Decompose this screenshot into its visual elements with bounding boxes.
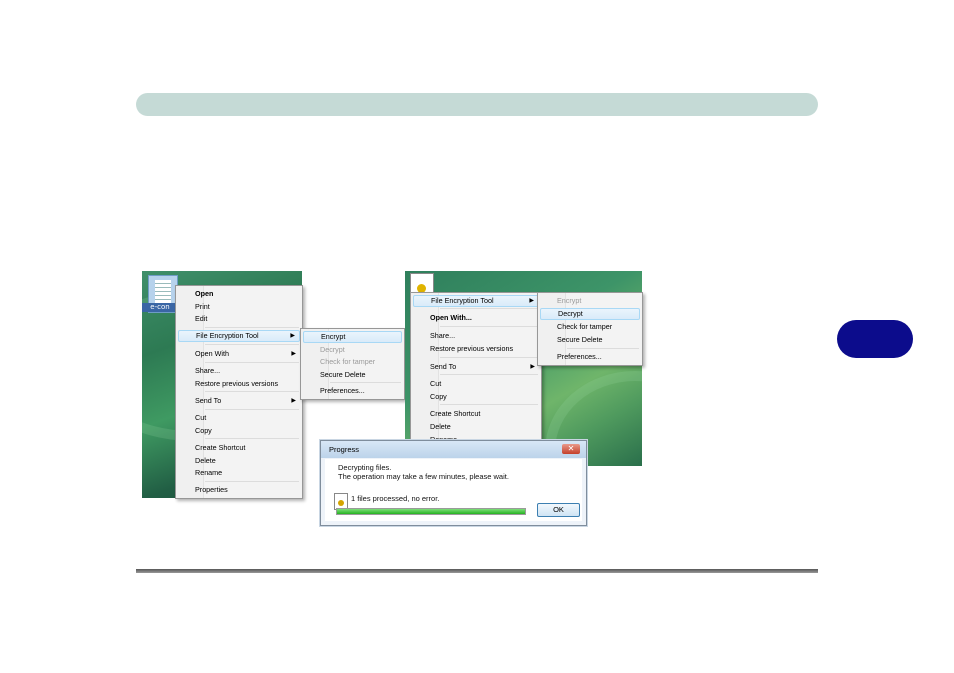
chapter-tab: [837, 320, 913, 358]
menu-separator: [205, 391, 299, 392]
menu-item-label: File Encryption Tool: [431, 296, 494, 305]
menu-item-send-to[interactable]: Send To ▶: [413, 361, 539, 373]
context-menu-left: Open Print Edit File Encryption Tool ▶ O…: [175, 285, 303, 499]
menu-item-delete[interactable]: Delete: [413, 421, 539, 433]
progress-bar: [336, 508, 526, 515]
submenu-item-check-for-tamper[interactable]: Check for tamper: [540, 321, 640, 333]
submenu-item-decrypt[interactable]: Decrypt: [303, 344, 402, 356]
menu-separator: [440, 308, 538, 309]
menu-item-send-to[interactable]: Send To ▶: [178, 395, 300, 407]
submenu-item-check-for-tamper[interactable]: Check for tamper: [303, 356, 402, 368]
submenu-arrow-icon: ▶: [291, 398, 296, 404]
menu-item-cut[interactable]: Cut: [178, 412, 300, 424]
header-bar: [136, 93, 818, 116]
menu-item-open-with[interactable]: Open With ▶: [178, 348, 300, 360]
submenu-arrow-icon: ▶: [290, 333, 295, 339]
file-label: e-con: [142, 303, 178, 312]
menu-item-label: Send To: [195, 396, 222, 405]
menu-item-share[interactable]: Share...: [178, 365, 300, 377]
menu-separator: [567, 348, 639, 349]
menu-item-file-encryption-tool[interactable]: File Encryption Tool ▶: [178, 330, 300, 342]
menu-separator: [440, 326, 538, 327]
submenu-item-encrypt[interactable]: Encrypt: [540, 295, 640, 307]
menu-separator: [330, 382, 401, 383]
submenu-item-secure-delete[interactable]: Secure Delete: [303, 369, 402, 381]
menu-item-copy[interactable]: Copy: [178, 425, 300, 437]
submenu-item-preferences[interactable]: Preferences...: [303, 385, 402, 397]
submenu-arrow-icon: ▶: [291, 351, 296, 357]
dialog-status: 1 files processed, no error.: [351, 494, 440, 503]
dialog-message-line1: Decrypting files.: [338, 463, 392, 472]
menu-separator: [205, 362, 299, 363]
dialog-body: Decrypting files. The operation may take…: [325, 459, 582, 521]
menu-item-share[interactable]: Share...: [413, 330, 539, 342]
progress-dialog: Progress ✕ Decrypting files. The operati…: [320, 440, 587, 526]
submenu-left: Encrypt Decrypt Check for tamper Secure …: [300, 328, 405, 400]
menu-item-open[interactable]: Open: [178, 288, 300, 300]
menu-separator: [205, 481, 299, 482]
menu-separator: [205, 344, 299, 345]
ok-button[interactable]: OK: [537, 503, 580, 517]
menu-separator: [440, 357, 538, 358]
submenu-arrow-icon: ▶: [530, 364, 535, 370]
menu-item-properties[interactable]: Properties: [178, 484, 300, 496]
menu-item-rename[interactable]: Rename: [178, 467, 300, 479]
menu-item-create-shortcut[interactable]: Create Shortcut: [413, 408, 539, 420]
close-icon[interactable]: ✕: [562, 444, 580, 454]
submenu-item-encrypt[interactable]: Encrypt: [303, 331, 402, 343]
menu-separator: [205, 327, 299, 328]
submenu-item-preferences[interactable]: Preferences...: [540, 351, 640, 363]
menu-item-open-with[interactable]: Open With...: [413, 312, 539, 324]
menu-item-restore-previous-versions[interactable]: Restore previous versions: [413, 343, 539, 355]
menu-item-label: Open With: [195, 349, 229, 358]
menu-item-create-shortcut[interactable]: Create Shortcut: [178, 442, 300, 454]
menu-item-copy[interactable]: Copy: [413, 391, 539, 403]
menu-item-restore-previous-versions[interactable]: Restore previous versions: [178, 378, 300, 390]
context-menu-right: File Encryption Tool ▶ Open With... Shar…: [410, 292, 542, 444]
submenu-right: Encrypt Decrypt Check for tamper Secure …: [537, 292, 643, 366]
menu-item-edit[interactable]: Edit: [178, 313, 300, 325]
progress-bar-fill: [337, 509, 525, 514]
menu-separator: [205, 409, 299, 410]
menu-item-label: Send To: [430, 362, 457, 371]
dialog-message-line2: The operation may take a few minutes, pl…: [338, 472, 509, 481]
menu-separator: [440, 404, 538, 405]
submenu-item-secure-delete[interactable]: Secure Delete: [540, 334, 640, 346]
menu-item-delete[interactable]: Delete: [178, 455, 300, 467]
menu-item-print[interactable]: Print: [178, 301, 300, 313]
footer-rule: [136, 569, 818, 573]
menu-item-cut[interactable]: Cut: [413, 378, 539, 390]
dialog-title: Progress: [321, 441, 586, 458]
menu-separator: [440, 374, 538, 375]
submenu-arrow-icon: ▶: [529, 298, 534, 304]
menu-separator: [205, 438, 299, 439]
menu-item-file-encryption-tool[interactable]: File Encryption Tool ▶: [413, 295, 539, 307]
submenu-item-decrypt[interactable]: Decrypt: [540, 308, 640, 320]
menu-item-label: File Encryption Tool: [196, 331, 259, 340]
